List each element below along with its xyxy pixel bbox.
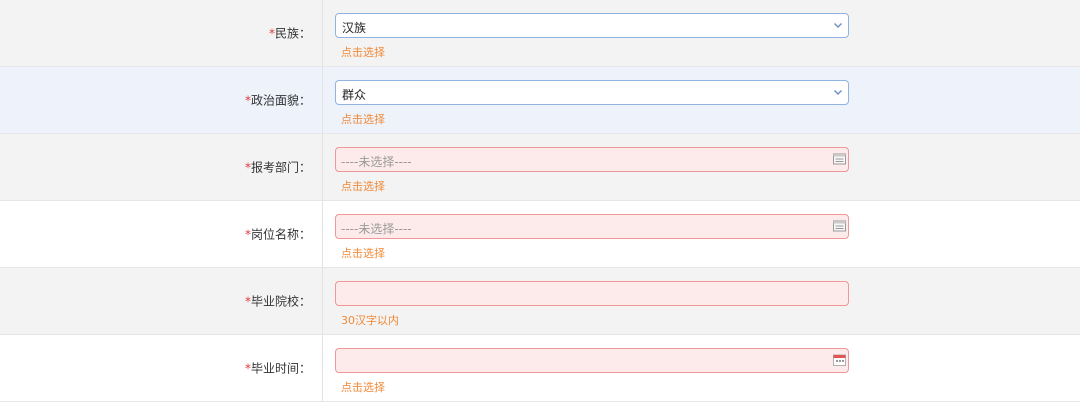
- form-row-position: *岗位名称： ----未选择---- 点击选择: [0, 201, 1080, 268]
- graduation-date-hint: 点击选择: [341, 381, 385, 394]
- chevron-down-icon: [834, 90, 842, 95]
- form-row-ethnicity: *民族： 汉族 点击选择: [0, 0, 1080, 67]
- school-label: *毕业院校：: [245, 293, 311, 310]
- form-row-department: *报考部门： ----未选择---- 点击选择: [0, 134, 1080, 201]
- position-label: *岗位名称：: [245, 226, 311, 243]
- graduation-date-label: *毕业时间：: [245, 360, 311, 377]
- department-label-text: 报考部门: [250, 160, 299, 175]
- label-colon: ：: [298, 160, 311, 175]
- label-cell: *民族：: [0, 0, 323, 66]
- school-hint: 30汉字以内: [341, 314, 399, 327]
- label-colon: ：: [298, 26, 311, 41]
- label-cell: *报考部门：: [0, 134, 323, 200]
- chevron-down-icon: [834, 23, 842, 28]
- school-label-text: 毕业院校: [250, 294, 299, 309]
- ethnicity-hint: 点击选择: [341, 46, 385, 59]
- department-hint: 点击选择: [341, 180, 385, 193]
- position-picker[interactable]: ----未选择----: [335, 214, 849, 239]
- form-row-graduation-date: *毕业时间： 点击选择: [0, 335, 1080, 402]
- form-row-school: *毕业院校： 30汉字以内: [0, 268, 1080, 335]
- form-row-political-status: *政治面貌： 群众 点击选择: [0, 67, 1080, 134]
- ethnicity-label: *民族：: [269, 25, 311, 42]
- political-status-hint: 点击选择: [341, 113, 385, 126]
- ethnicity-label-text: 民族: [274, 26, 299, 41]
- label-colon: ：: [298, 294, 311, 309]
- label-cell: *岗位名称：: [0, 201, 323, 267]
- label-cell: *毕业时间：: [0, 335, 323, 401]
- ethnicity-select[interactable]: 汉族: [335, 13, 849, 38]
- department-placeholder: ----未选择----: [341, 155, 412, 169]
- department-picker[interactable]: ----未选择----: [335, 147, 849, 172]
- label-colon: ：: [298, 361, 311, 376]
- graduation-date-input[interactable]: [335, 348, 849, 373]
- list-picker-icon[interactable]: [833, 153, 846, 165]
- graduation-date-label-text: 毕业时间: [250, 361, 299, 376]
- position-label-text: 岗位名称: [250, 227, 299, 242]
- calendar-icon[interactable]: [833, 354, 846, 366]
- political-status-label-text: 政治面貌: [250, 93, 299, 108]
- position-hint: 点击选择: [341, 247, 385, 260]
- ethnicity-select-value: 汉族: [342, 21, 367, 35]
- label-colon: ：: [298, 93, 311, 108]
- list-picker-icon[interactable]: [833, 220, 846, 232]
- school-input[interactable]: [335, 281, 849, 306]
- label-cell: *毕业院校：: [0, 268, 323, 334]
- position-placeholder: ----未选择----: [341, 222, 412, 236]
- political-status-select[interactable]: 群众: [335, 80, 849, 105]
- department-label: *报考部门：: [245, 159, 311, 176]
- political-status-select-value: 群众: [342, 88, 367, 102]
- label-colon: ：: [298, 227, 311, 242]
- political-status-label: *政治面貌：: [245, 92, 311, 109]
- label-cell: *政治面貌：: [0, 67, 323, 133]
- registration-form: *民族： 汉族 点击选择 *政治面貌： 群众 点击选择 *报考部门： ----未…: [0, 0, 1080, 402]
